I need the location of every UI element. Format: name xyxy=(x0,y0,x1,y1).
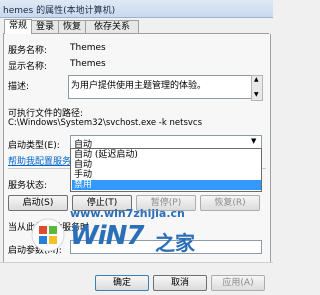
tab-recovery[interactable]: 恢复 xyxy=(58,20,86,34)
watermark-logo: www.win7zhijia.cn WiN7 之家 xyxy=(30,205,260,265)
title-bar: hemes 的属性(本地计算机) xyxy=(0,0,273,18)
scroll-down-icon[interactable]: ▼ xyxy=(254,91,259,98)
option-auto[interactable]: 自动 xyxy=(72,160,261,170)
description-label: 描述: xyxy=(8,82,30,92)
description-box[interactable]: 为用户提供使用主题管理的体验。 xyxy=(68,75,252,99)
startup-type-label: 启动类型(E): xyxy=(8,141,60,151)
startup-type-dropdown[interactable]: 自动 (延迟启动) 自动 手动 禁用 xyxy=(70,148,262,192)
description-text: 为用户提供使用主题管理的体验。 xyxy=(71,81,207,91)
cancel-button[interactable]: 取消 xyxy=(153,275,207,291)
tab-general[interactable]: 常规 xyxy=(4,19,32,34)
display-name-value: Themes xyxy=(70,59,106,69)
option-auto-delayed[interactable]: 自动 (延迟启动) xyxy=(72,150,261,160)
watermark-url: www.win7zhijia.cn xyxy=(70,207,185,220)
scroll-up-icon[interactable]: ▲ xyxy=(254,76,259,83)
startup-type-select[interactable]: 自动 ▼ xyxy=(70,135,262,150)
display-name-label: 显示名称: xyxy=(8,62,48,72)
exe-path-value: C:\Windows\System32\svchost.exe -k netsv… xyxy=(8,118,203,128)
service-status-label: 服务状态: xyxy=(8,181,48,191)
ok-button[interactable]: 确定 xyxy=(95,275,149,291)
chevron-down-icon[interactable]: ▼ xyxy=(251,137,256,145)
service-name-value: Themes xyxy=(70,43,106,53)
tab-dependencies[interactable]: 依存关系 xyxy=(85,20,139,34)
window-title: hemes 的属性(本地计算机) xyxy=(3,6,116,16)
watermark-logo-suffix: 之家 xyxy=(155,231,195,255)
apply-button[interactable]: 应用(A) xyxy=(211,275,265,291)
option-disabled[interactable]: 禁用 xyxy=(72,180,261,190)
service-name-label: 服务名称: xyxy=(8,46,48,56)
option-manual[interactable]: 手动 xyxy=(72,170,261,180)
description-scrollbar[interactable]: ▲ ▼ xyxy=(251,75,263,101)
watermark-logo-text: WiN7 xyxy=(70,221,144,251)
tab-logon[interactable]: 登录 xyxy=(31,20,59,34)
